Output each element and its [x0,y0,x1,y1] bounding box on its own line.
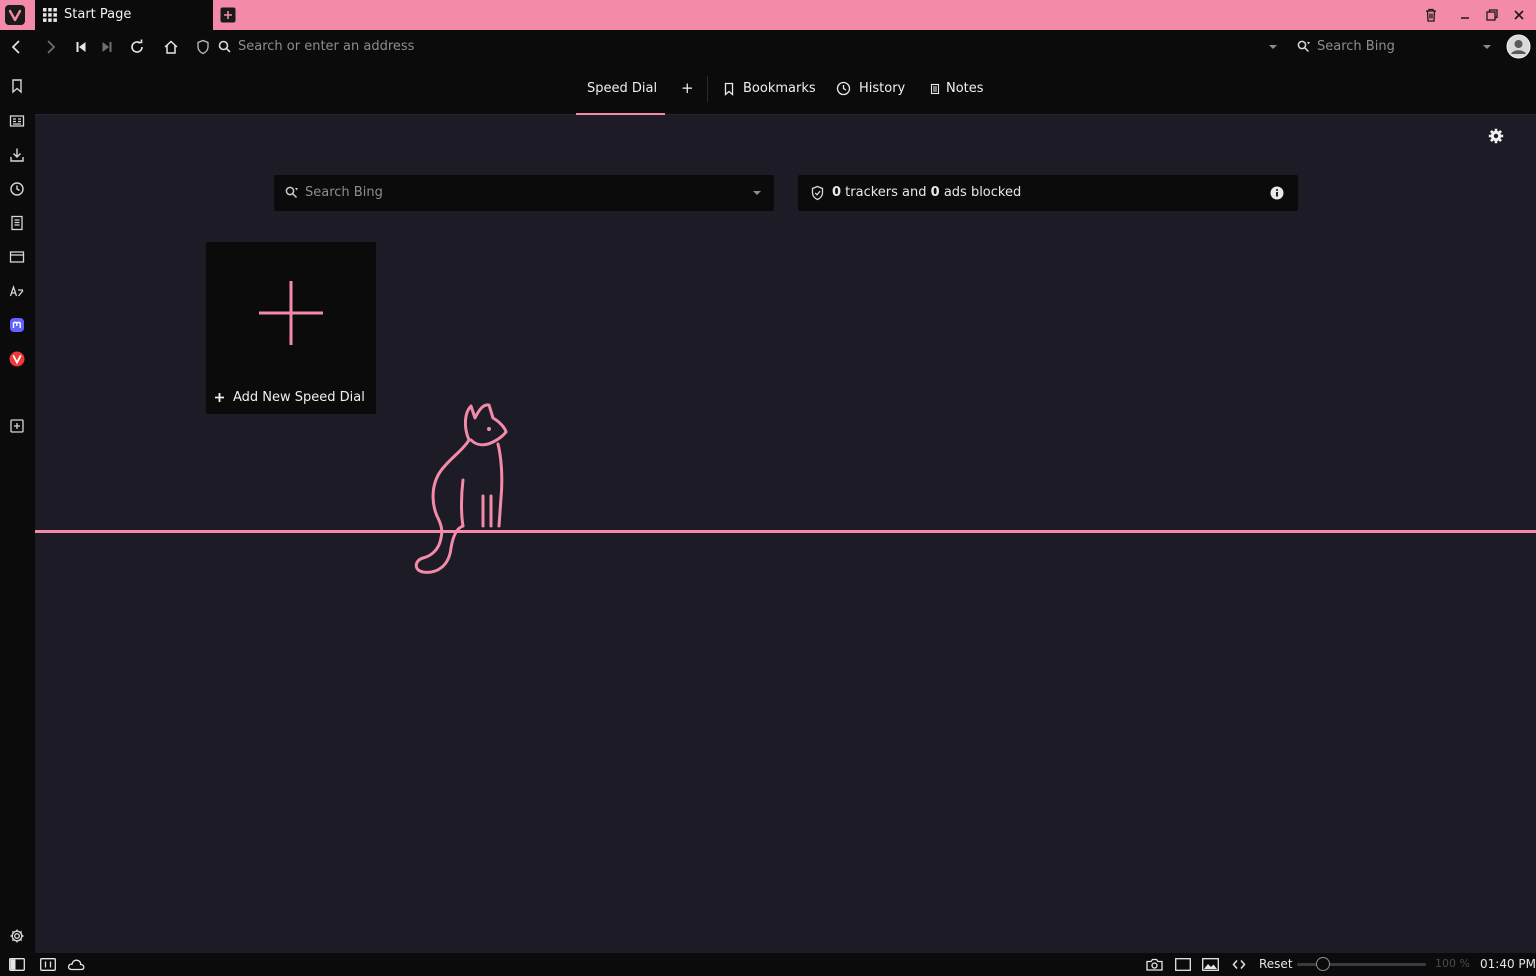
notes-doc-icon [930,83,940,95]
clock: 01:40 PM [1480,957,1536,971]
tiling-icon[interactable] [1175,958,1191,971]
address-input[interactable]: Search or enter an address [238,39,414,54]
minimize-icon[interactable] [1457,7,1473,23]
profile-icon[interactable] [1506,34,1531,59]
shield-check-icon [810,185,825,201]
ads-label: ads blocked [939,185,1022,200]
tab-history[interactable]: History [859,81,905,96]
start-page-nav: Speed Dial + Bookmarks History Notes [35,64,1536,115]
add-speed-dial-tile[interactable]: Add New Speed Dial [206,242,376,414]
tab-grid-icon [43,8,57,22]
reading-list-icon[interactable] [9,113,25,129]
window-panel-icon[interactable] [9,249,25,265]
mastodon-icon[interactable] [9,317,25,333]
notes-icon[interactable] [9,215,25,231]
address-dropdown-icon[interactable] [1266,41,1280,53]
bookmarks-icon[interactable] [9,78,25,94]
shield-icon[interactable] [195,39,211,55]
decorative-line [35,530,1536,533]
search-engine-icon [1296,39,1312,55]
close-icon[interactable] [1511,7,1527,23]
downloads-icon[interactable] [9,147,25,163]
start-page-settings-icon[interactable] [1488,128,1504,144]
tab-title: Start Page [64,7,132,22]
search-engine-icon [284,185,300,201]
translate-icon[interactable] [9,283,25,299]
history-icon[interactable] [9,181,25,197]
tracker-blocker-stats: 0 trackers and 0 ads blocked [798,175,1298,211]
status-bar: Reset 100 % 01:40 PM [0,953,1536,976]
address-bar: Search or enter an address Search Bing [0,30,1536,64]
ads-count: 0 [930,185,940,200]
trackers-count: 0 [832,185,842,200]
panel-toggle-icon[interactable] [9,958,25,971]
info-icon[interactable] [1270,186,1284,200]
history-clock-icon [836,81,851,96]
page-actions-icon[interactable] [1232,958,1246,971]
tab-start-page[interactable]: Start Page [35,0,213,30]
back-icon[interactable] [8,39,24,55]
tab-tiling-icon[interactable] [40,958,56,971]
capture-icon[interactable] [1146,958,1163,971]
side-panel [0,64,35,953]
nav-divider [707,76,708,102]
tab-bar: Start Page [0,0,1536,30]
zoom-level: 100 % [1435,957,1470,970]
start-page-search-field[interactable]: Search Bing [274,175,774,211]
bookmark-icon [722,82,736,96]
tracker-summary: 0 trackers and 0 ads blocked [832,185,1021,200]
trash-icon[interactable] [1423,7,1439,23]
search-engine-input[interactable]: Search Bing [1317,39,1395,54]
zoom-reset-button[interactable]: Reset [1259,957,1293,971]
new-tab-icon[interactable] [220,7,236,23]
fast-forward-icon[interactable] [99,39,115,55]
add-speed-dial-label: Add New Speed Dial [233,390,365,405]
add-speed-dial-group-button[interactable]: + [681,79,694,97]
add-plus-icon [258,280,324,346]
restore-icon[interactable] [1484,7,1500,23]
active-tab-indicator [576,113,665,115]
home-icon[interactable] [163,39,179,55]
tab-notes[interactable]: Notes [946,81,984,96]
trackers-label: trackers and [841,185,931,200]
sync-cloud-icon[interactable] [67,958,85,971]
vivaldi-icon[interactable] [9,351,25,367]
vivaldi-logo-icon[interactable] [5,5,25,25]
search-dropdown-icon[interactable] [1480,41,1494,53]
tab-bookmarks[interactable]: Bookmarks [743,81,816,96]
forward-icon[interactable] [43,39,59,55]
search-engine-dropdown-icon[interactable] [750,187,764,199]
add-panel-icon[interactable] [9,418,25,434]
small-plus-icon [214,392,225,403]
reload-icon[interactable] [129,39,145,55]
zoom-slider-handle[interactable] [1315,957,1330,971]
tab-speed-dial[interactable]: Speed Dial [587,81,657,96]
settings-icon[interactable] [9,928,25,944]
rewind-icon[interactable] [73,39,89,55]
search-icon [217,39,233,55]
cat-illustration [405,398,520,578]
start-page-search-placeholder: Search Bing [305,185,383,200]
images-icon[interactable] [1202,958,1219,971]
